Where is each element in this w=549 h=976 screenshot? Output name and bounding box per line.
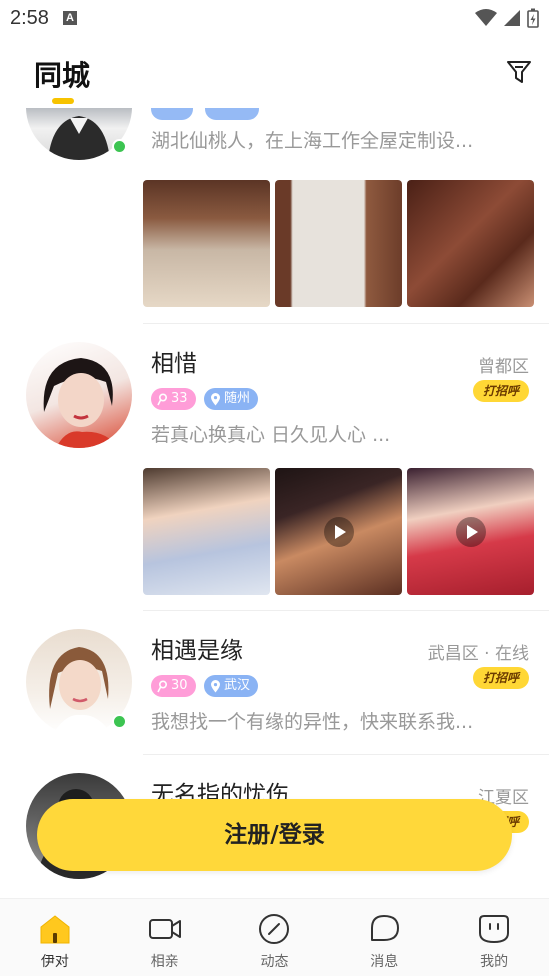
age-value: 33 <box>171 391 188 406</box>
nav-item-wode[interactable]: 我的 <box>439 899 549 976</box>
status-bar: 2:58 A <box>0 0 549 36</box>
filter-button[interactable] <box>505 58 533 86</box>
age-value: 30 <box>171 678 188 693</box>
nav-item-xiaoxi[interactable]: 消息 <box>329 899 439 976</box>
status-time: 2:58 <box>10 6 49 29</box>
location-value: 武汉 <box>224 678 251 693</box>
photo-thumbnail[interactable] <box>143 180 270 307</box>
filter-icon <box>507 61 531 83</box>
location-pin-icon <box>211 679 220 692</box>
avatar-portrait <box>43 358 118 448</box>
location-tag: 随州 <box>204 388 259 410</box>
play-icon <box>323 516 354 547</box>
register-login-button[interactable]: 注册/登录 <box>37 799 512 871</box>
user-district: 武昌区 · 在线 <box>427 644 529 664</box>
compass-icon <box>259 914 290 944</box>
location-tag: 武汉 <box>204 675 259 697</box>
greet-button[interactable]: 打招呼 <box>473 667 529 689</box>
user-feed: 湖北仙桃人，在上海工作全屋定制设... 相惜 曾都区 打招呼 33 随州 若真心… <box>0 108 549 898</box>
nav-label: 消息 <box>370 954 399 970</box>
nav-label: 相亲 <box>150 954 179 970</box>
play-icon <box>455 516 486 547</box>
location-pin-icon <box>211 392 220 405</box>
location-value: 随州 <box>224 391 251 406</box>
location-tag <box>205 108 259 120</box>
video-thumbnail[interactable] <box>407 468 534 595</box>
nav-item-xiangqin[interactable]: 相亲 <box>110 899 220 976</box>
user-name: 相遇是缘 <box>151 638 243 664</box>
notification-icon: A <box>62 11 77 25</box>
online-indicator <box>112 714 127 729</box>
user-bio: 若真心换真心 日久见人心 ... <box>151 424 391 446</box>
tab-indicator <box>52 98 74 104</box>
nav-label: 伊对 <box>40 954 69 970</box>
home-icon <box>40 915 70 944</box>
header: 同城 <box>0 36 549 108</box>
photo-thumbnail[interactable] <box>275 180 402 307</box>
female-icon <box>157 679 168 692</box>
user-name: 相惜 <box>151 351 197 377</box>
age-tag: 33 <box>151 388 196 410</box>
nav-item-dongtai[interactable]: 动态 <box>220 899 330 976</box>
battery-icon <box>527 8 539 28</box>
nav-item-yidui[interactable]: 伊对 <box>0 899 110 976</box>
page-title: 同城 <box>34 59 91 92</box>
age-tag: 30 <box>151 675 196 697</box>
status-icons <box>475 8 539 28</box>
age-tag <box>151 108 193 120</box>
nav-label: 我的 <box>480 954 509 970</box>
video-camera-icon <box>148 919 181 939</box>
signal-icon <box>504 10 520 26</box>
profile-face-icon <box>479 915 510 943</box>
chat-bubble-icon <box>371 915 400 941</box>
user-card[interactable]: 湖北仙桃人，在上海工作全屋定制设... <box>0 108 549 323</box>
photo-thumbnail[interactable] <box>143 468 270 595</box>
user-bio: 我想找一个有缘的异性，快来联系我... <box>151 711 474 733</box>
video-thumbnail[interactable] <box>275 468 402 595</box>
user-card[interactable]: 相遇是缘 武昌区 · 在线 打招呼 30 武汉 我想找一个有缘的异性，快来联系我… <box>0 611 549 754</box>
photo-thumbnail[interactable] <box>407 180 534 307</box>
user-bio: 湖北仙桃人，在上海工作全屋定制设... <box>151 130 474 152</box>
greet-button[interactable]: 打招呼 <box>473 380 529 402</box>
user-card[interactable]: 相惜 曾都区 打招呼 33 随州 若真心换真心 日久见人心 ... <box>0 324 549 610</box>
wifi-icon <box>475 9 497 26</box>
nav-label: 动态 <box>260 954 289 970</box>
user-district: 曾都区 <box>478 357 529 377</box>
avatar[interactable] <box>26 342 132 448</box>
online-indicator <box>112 139 127 154</box>
bottom-nav: 伊对 相亲 动态 消息 我的 <box>0 898 549 976</box>
female-icon <box>157 392 168 405</box>
